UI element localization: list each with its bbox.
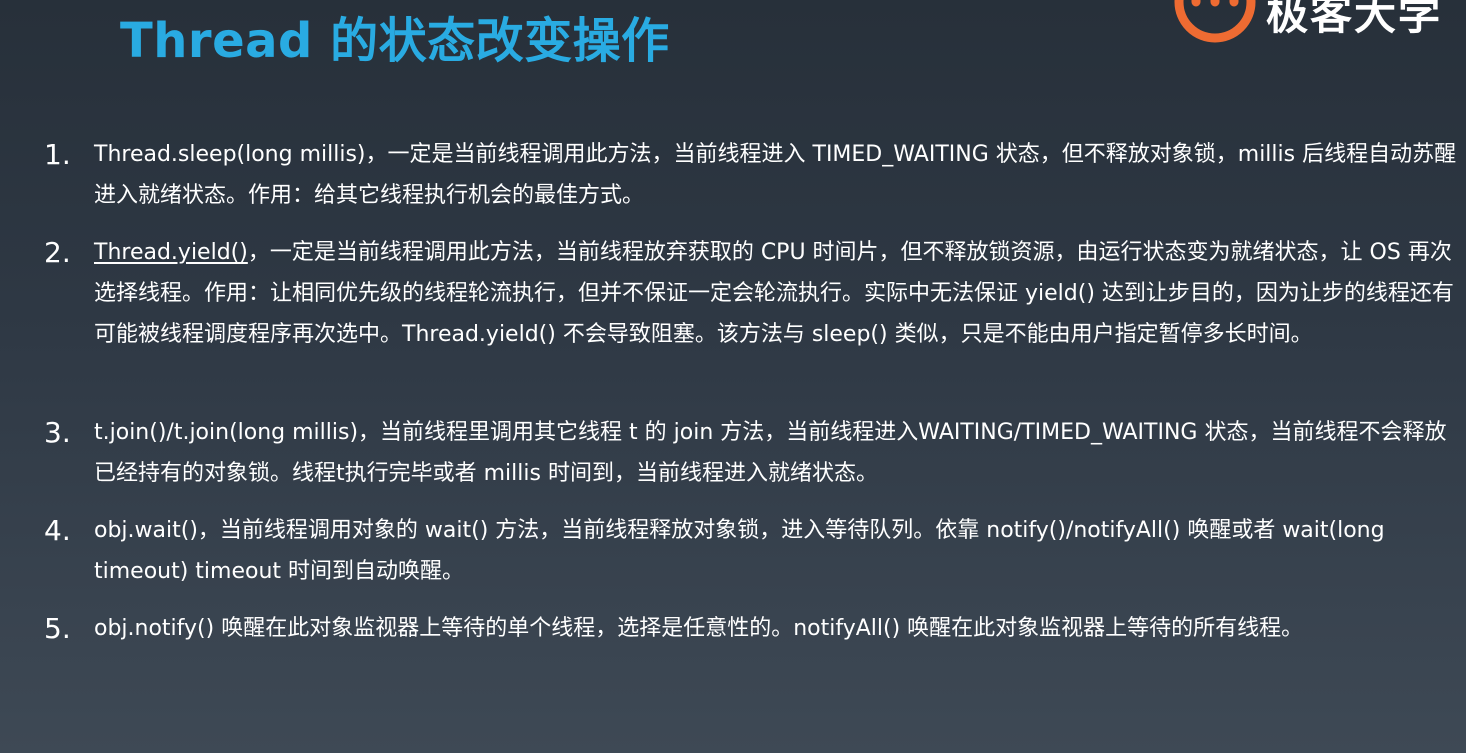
point-text: Thread.sleep(long millis)，一定是当前线程调用此方法，当…: [94, 142, 1457, 208]
point-number: 5.: [44, 612, 71, 645]
brand-logo: 极客大学: [1172, 0, 1442, 50]
point-list: 1. Thread.sleep(long millis)，一定是当前线程调用此方…: [44, 134, 1466, 690]
thread-yield-link[interactable]: Thread.yield(): [94, 240, 248, 265]
slide-title: Thread 的状态改变操作: [120, 13, 670, 69]
point-number: 1.: [44, 138, 71, 171]
point-text-wrapper: Thread.yield()，一定是当前线程调用此方法，当前线程放弃获取的 CP…: [94, 232, 1466, 355]
geek-logo-icon: [1174, 0, 1256, 43]
list-item: 1. Thread.sleep(long millis)，一定是当前线程调用此方…: [44, 134, 1466, 216]
point-number: 4.: [44, 514, 71, 547]
logo-text: 极客大学: [1266, 0, 1443, 39]
point-number: 2.: [44, 236, 71, 269]
list-item: 2. Thread.yield()，一定是当前线程调用此方法，当前线程放弃获取的…: [44, 232, 1466, 396]
point-text: t.join()/t.join(long millis)，当前线程里调用其它线程…: [94, 420, 1447, 486]
list-item: 3. t.join()/t.join(long millis)，当前线程里调用其…: [44, 412, 1466, 494]
point-text: obj.notify() 唤醒在此对象监视器上等待的单个线程，选择是任意性的。n…: [94, 616, 1304, 641]
list-item: 4. obj.wait()，当前线程调用对象的 wait() 方法，当前线程释放…: [44, 510, 1466, 592]
point-text: obj.wait()，当前线程调用对象的 wait() 方法，当前线程释放对象锁…: [94, 518, 1385, 584]
point-text: ，一定是当前线程调用此方法，当前线程放弃获取的 CPU 时间片，但不释放锁资源，…: [94, 240, 1454, 347]
point-number: 3.: [44, 416, 71, 449]
list-item: 5. obj.notify() 唤醒在此对象监视器上等待的单个线程，选择是任意性…: [44, 608, 1466, 690]
